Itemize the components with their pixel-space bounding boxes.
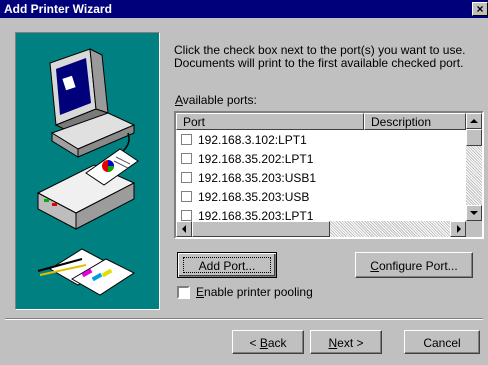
port-name: 192.168.35.203:USB [198, 190, 310, 204]
port-row[interactable]: 192.168.3.102:LPT1 [176, 130, 466, 149]
configure-port-rest: onfigure Port... [378, 259, 458, 273]
scroll-right-button[interactable] [450, 221, 466, 237]
add-port-button[interactable]: Add Port... [177, 252, 277, 278]
scroll-left-icon [182, 225, 186, 233]
vertical-scrollbar[interactable] [466, 113, 482, 221]
pooling-rest: nable printer pooling [204, 285, 313, 299]
ports-listview[interactable]: Port Description 192.168.3.102:LPT1 192.… [174, 111, 484, 239]
instructions-text: Click the check box next to the port(s) … [174, 44, 474, 70]
enable-pooling-checkbox[interactable] [177, 286, 190, 299]
wizard-illustration [15, 32, 160, 310]
scroll-left-button[interactable] [176, 221, 192, 237]
port-name: 192.168.3.102:LPT1 [198, 133, 307, 147]
port-name: 192.168.35.202:LPT1 [198, 152, 314, 166]
port-checkbox[interactable] [181, 191, 192, 202]
cancel-label: Cancel [423, 336, 461, 350]
configure-port-label: Configure Port... [356, 259, 472, 273]
port-row[interactable]: 192.168.35.203:USB [176, 187, 466, 206]
close-icon: × [476, 2, 484, 16]
close-button[interactable]: × [472, 2, 488, 16]
horizontal-scrollbar[interactable] [176, 221, 466, 237]
horizontal-scroll-thumb[interactable] [192, 221, 330, 237]
back-button[interactable]: < Back [232, 330, 304, 354]
back-mnemonic: B [259, 336, 268, 350]
scroll-down-icon [470, 211, 478, 215]
next-rest: ext > [337, 336, 364, 350]
port-checkbox[interactable] [181, 134, 192, 145]
scroll-up-icon [470, 119, 478, 123]
port-name: 192.168.35.203:USB1 [198, 171, 317, 185]
configure-port-button[interactable]: Configure Port... [355, 252, 473, 278]
back-label: < Back [233, 336, 303, 350]
port-checkbox[interactable] [181, 153, 192, 164]
scroll-up-button[interactable] [466, 113, 482, 129]
cancel-button[interactable]: Cancel [404, 330, 480, 354]
back-prefix: < [249, 336, 260, 350]
scroll-down-button[interactable] [466, 205, 482, 221]
pooling-mnemonic: E [196, 285, 205, 299]
scroll-right-icon [457, 225, 461, 233]
scroll-corner [466, 221, 482, 237]
ports-label-mnemonic: A [175, 93, 183, 107]
configure-port-mnemonic: C [370, 259, 379, 273]
listview-header: Port Description [176, 113, 466, 130]
port-checkbox[interactable] [181, 210, 192, 221]
vertical-scroll-thumb[interactable] [466, 129, 482, 146]
available-ports-label: Available ports: [175, 93, 257, 107]
separator [5, 318, 483, 320]
port-row[interactable]: 192.168.35.203:USB1 [176, 168, 466, 187]
window-title: Add Printer Wizard [4, 2, 112, 16]
enable-pooling-label[interactable]: Enable printer pooling [196, 285, 313, 299]
instructions-line-2: Documents will print to the first availa… [174, 56, 464, 70]
computer-printer-illustration [36, 48, 139, 296]
column-header-port[interactable]: Port [176, 113, 364, 130]
next-label: Next > [311, 336, 381, 350]
port-checkbox[interactable] [181, 172, 192, 183]
next-mnemonic: N [328, 336, 338, 350]
next-button[interactable]: Next > [310, 330, 382, 354]
back-rest: ack [267, 336, 287, 350]
port-row[interactable]: 192.168.35.202:LPT1 [176, 149, 466, 168]
title-bar: Add Printer Wizard × [0, 0, 488, 18]
ports-label-rest: vailable ports: [182, 93, 257, 107]
column-header-description[interactable]: Description [364, 113, 466, 130]
ports-rows: 192.168.3.102:LPT1 192.168.35.202:LPT1 1… [176, 130, 466, 225]
add-port-label: Add Port... [198, 259, 256, 273]
